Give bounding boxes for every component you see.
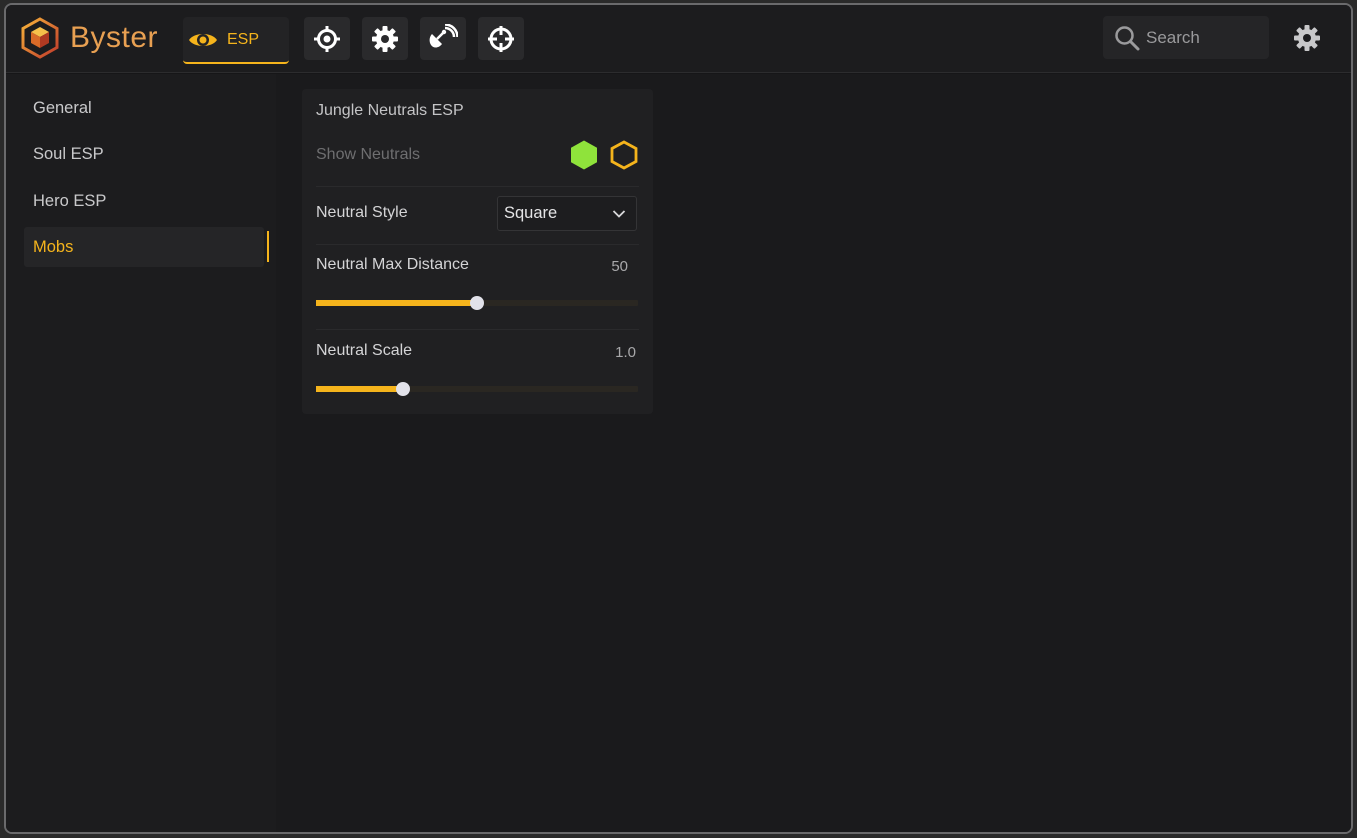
slider-fill bbox=[316, 386, 403, 392]
sidebar-item-general[interactable]: General bbox=[24, 88, 264, 128]
app-window: Byster ESP Search General Soul ESP Hero … bbox=[4, 3, 1353, 834]
divider bbox=[316, 186, 639, 187]
scale-label: Neutral Scale bbox=[316, 342, 413, 359]
slider-handle[interactable] bbox=[395, 382, 410, 396]
tab-esp[interactable]: ESP bbox=[183, 17, 289, 64]
tab-settings[interactable] bbox=[362, 17, 408, 60]
jungle-neutrals-card: Jungle Neutrals ESP Show Neutrals Neutra… bbox=[302, 89, 653, 414]
enable-color-swatch[interactable] bbox=[569, 139, 599, 171]
app-name: Byster bbox=[70, 21, 159, 54]
tab-target[interactable] bbox=[304, 17, 350, 60]
sidebar-item-mobs[interactable]: Mobs bbox=[24, 227, 264, 267]
slider-handle[interactable] bbox=[470, 296, 484, 310]
card-title: Jungle Neutrals ESP bbox=[316, 102, 464, 119]
search-icon bbox=[1115, 25, 1140, 50]
neutral-style-value: Square bbox=[504, 204, 558, 222]
crosshair-icon bbox=[488, 25, 514, 52]
sidebar: General Soul ESP Hero ESP Mobs bbox=[6, 74, 276, 832]
main-content: Jungle Neutrals ESP Show Neutrals Neutra… bbox=[276, 74, 1351, 832]
satellite-icon bbox=[429, 23, 458, 47]
gear-icon bbox=[372, 25, 398, 52]
divider bbox=[316, 329, 639, 330]
neutral-style-label: Neutral Style bbox=[316, 204, 408, 221]
sidebar-item-hero-esp[interactable]: Hero ESP bbox=[24, 181, 264, 221]
max-distance-value: 50 bbox=[611, 258, 628, 275]
byster-logo-icon bbox=[21, 17, 59, 59]
search-box[interactable] bbox=[1103, 16, 1269, 59]
search-input[interactable] bbox=[1146, 27, 1256, 48]
sidebar-item-soul-esp[interactable]: Soul ESP bbox=[24, 134, 264, 174]
gear-icon bbox=[1294, 25, 1320, 51]
tab-esp-label: ESP bbox=[227, 30, 260, 48]
logo: Byster bbox=[20, 17, 158, 59]
header: Byster ESP bbox=[6, 5, 1351, 73]
max-distance-label: Neutral Max Distance bbox=[316, 256, 469, 273]
tab-satellite[interactable] bbox=[420, 17, 466, 60]
slider-fill bbox=[316, 300, 477, 306]
toggle-hex-icon[interactable] bbox=[609, 139, 639, 171]
scale-slider[interactable] bbox=[316, 382, 638, 396]
neutral-style-select[interactable]: Square bbox=[497, 196, 637, 231]
global-settings-button[interactable] bbox=[1291, 22, 1323, 54]
scale-value: 1.0 bbox=[615, 344, 636, 361]
active-indicator bbox=[267, 231, 269, 262]
eye-icon bbox=[189, 33, 217, 46]
chevron-down-icon bbox=[612, 209, 626, 218]
show-neutrals-label: Show Neutrals bbox=[316, 146, 421, 163]
tab-crosshair[interactable] bbox=[478, 17, 524, 60]
max-distance-slider[interactable] bbox=[316, 296, 638, 310]
target-icon bbox=[314, 25, 340, 52]
divider bbox=[316, 244, 639, 245]
